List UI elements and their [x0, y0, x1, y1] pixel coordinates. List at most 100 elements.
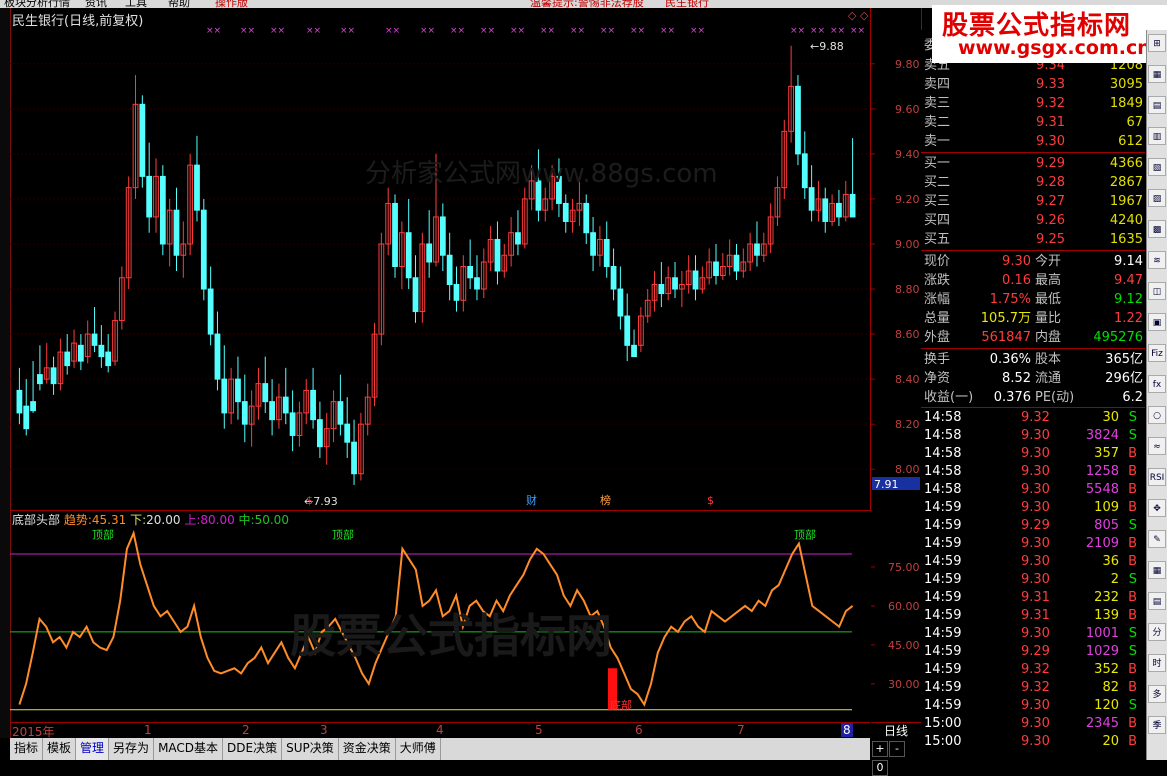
toolbox-button-icon[interactable]: ▩	[1148, 220, 1166, 238]
zoom-reset-button[interactable]: 0	[872, 760, 888, 776]
tick-time: 14:59	[924, 572, 962, 587]
price-tick-label: 8.40	[895, 373, 920, 386]
indicator-axis-svg: 75.00 60.00 45.00 30.00	[871, 561, 920, 691]
toolbox-button-icon[interactable]: ✎	[1148, 530, 1166, 548]
toolbox-button-icon[interactable]: ⊞	[1148, 34, 1166, 52]
tick-row: 14:58 9.30 1258 B	[921, 463, 1145, 481]
top-menu-item[interactable]: 资讯	[85, 0, 107, 8]
signal-marker: ××	[340, 26, 355, 36]
tab-item[interactable]: 另存为	[109, 738, 155, 760]
tab-item[interactable]: 资金决策	[339, 738, 396, 760]
tick-time: 14:58	[924, 410, 962, 425]
toolbox-button-icon[interactable]: ▣	[1148, 313, 1166, 331]
stat-value: 1.75%	[989, 292, 1031, 307]
toolbox-button-icon[interactable]: RSI	[1148, 468, 1166, 486]
tab-item[interactable]: DDE决策	[223, 738, 283, 760]
toolbox-button-icon[interactable]: ▦	[1148, 65, 1166, 83]
sell-level: 卖一 9.30 612	[921, 132, 1145, 151]
candle-body	[795, 85, 801, 155]
toolbox-button-icon[interactable]: ▨	[1148, 189, 1166, 207]
tick-row: 14:59 9.32 352 B	[921, 661, 1145, 679]
trend-label: 趋势:	[63, 513, 92, 527]
tick-row: 14:59 9.30 36 B	[921, 553, 1145, 571]
tick-side: B	[1128, 608, 1137, 623]
top-menu-item[interactable]: 工具	[125, 0, 147, 8]
stat-label: 外盘	[924, 330, 951, 345]
lower-label: 下:	[130, 513, 147, 527]
candle-body	[801, 153, 808, 189]
tab-item[interactable]: 模板	[43, 738, 77, 760]
main-chart[interactable]: ×× ×× ×× ×× ×× ×× ×× ×× ×× ×× ×× ×× ×× ×× ×× ×× ×× ×× ×× ××…	[10, 8, 871, 511]
buy-level: 买五 9.25 1635	[921, 230, 1145, 249]
top-menu-item[interactable]: 操作版	[215, 0, 248, 8]
toolbox-button-icon[interactable]: ▤	[1148, 592, 1166, 610]
tab-item[interactable]: 管理	[76, 738, 110, 760]
tick-time: 14:59	[924, 590, 962, 605]
sell-level: 卖四 9.33 3095	[921, 75, 1145, 94]
tick-row: 14:58 9.30 5548 B	[921, 481, 1145, 499]
toolbox-button-icon[interactable]: ◫	[1148, 282, 1166, 300]
toolbox-button-icon[interactable]: ≋	[1148, 251, 1166, 269]
stat-label: 最高	[1035, 273, 1062, 288]
tick-price: 9.32	[1021, 410, 1050, 425]
signal-marker: ××	[450, 26, 465, 36]
zoom-out-button[interactable]: -	[889, 741, 905, 757]
stat-label: 内盘	[1035, 330, 1062, 345]
date-label: 8	[841, 723, 853, 737]
toolbox-button-icon[interactable]: 多	[1148, 685, 1166, 703]
stat-label: 最低	[1035, 292, 1062, 307]
toolbox-button-icon[interactable]: ▧	[1148, 158, 1166, 176]
toolbox-button-icon[interactable]: ✥	[1148, 499, 1166, 517]
top-menu-item[interactable]: 板块分析行情	[4, 0, 70, 8]
tick-volume: 1029	[1085, 644, 1119, 659]
tab-item[interactable]: MACD基本	[154, 738, 224, 760]
tab-item[interactable]: SUP决策	[282, 738, 339, 760]
tick-volume: 120	[1094, 698, 1119, 713]
candle-body	[235, 378, 241, 403]
toolbox-button-icon[interactable]: Fiz	[1148, 344, 1166, 362]
candle-body	[405, 232, 412, 279]
mid-label: 中:	[238, 513, 255, 527]
buy-level-label: 买五	[924, 232, 951, 247]
candle-body	[494, 238, 501, 272]
tick-row: 15:00 9.30 20 B	[921, 733, 1145, 751]
price-tick-label: 9.00	[895, 238, 920, 251]
price-tick-label: 9.60	[895, 103, 920, 116]
candlestick-svg[interactable]: ×× ×× ×× ×× ×× ×× ×× ×× ×× ×× ×× ×× ×× ×× ×× ×× ×× ×× ×× ××…	[10, 8, 870, 510]
zoom-in-button[interactable]: +	[872, 741, 888, 757]
toolbox-button-icon[interactable]: ▥	[1148, 127, 1166, 145]
tick-price: 9.30	[1021, 482, 1050, 497]
candle-body	[467, 266, 474, 279]
stat-row: 涨跌 0.16 最高 9.47	[921, 271, 1145, 290]
tick-side: B	[1128, 716, 1137, 731]
tick-side: B	[1128, 554, 1137, 569]
toolbox-button-icon[interactable]: ○	[1148, 406, 1166, 424]
toolbox: ⊞ ▦ ▤ ▥ ▧ ▨ ▩ ≋ ◫ ▣ Fiz fx ○ ≈ RSI ✥ ✎ ▦ ▤ 分时多季	[1146, 30, 1167, 760]
tick-time: 14:59	[924, 698, 962, 713]
top-menu-item[interactable]: 帮助	[168, 0, 190, 8]
toolbox-button-icon[interactable]: ▤	[1148, 96, 1166, 114]
tab-item[interactable]: 指标	[10, 738, 44, 760]
top-signal-label: 顶部	[332, 527, 354, 541]
tick-row: 14:59 9.31 139 B	[921, 607, 1145, 625]
toolbox-button-icon[interactable]: ≈	[1148, 437, 1166, 455]
toolbox-button-icon[interactable]: fx	[1148, 375, 1166, 393]
diamond-icon[interactable]: ◇ ◇	[848, 9, 868, 22]
buy-level: 买四 9.26 4240	[921, 211, 1145, 230]
divider	[921, 152, 1145, 153]
indicator-axis: 75.00 60.00 45.00 30.00	[871, 510, 922, 723]
tick-volume: 2345	[1085, 716, 1119, 731]
stat-row: 净资 8.52 流通 296亿	[921, 369, 1145, 388]
tick-time: 14:59	[924, 680, 962, 695]
indicator-chart[interactable]: 顶部 顶部 顶部 底部 底部头部 趋势:45.31 下:20.00 上:80.00 中…	[10, 510, 870, 723]
toolbox-button-icon[interactable]: 季	[1148, 716, 1166, 734]
toolbox-button-icon[interactable]: 分	[1148, 623, 1166, 641]
signal-marker: ××	[540, 26, 555, 36]
candle-body	[583, 202, 590, 234]
toolbox-button-icon[interactable]: 时	[1148, 654, 1166, 672]
period-label[interactable]: 日线	[871, 722, 921, 738]
candle-body	[446, 254, 453, 286]
toolbox-button-icon[interactable]: ▦	[1148, 561, 1166, 579]
tab-item[interactable]: 大师傅	[396, 738, 441, 760]
tick-price: 9.30	[1021, 446, 1050, 461]
